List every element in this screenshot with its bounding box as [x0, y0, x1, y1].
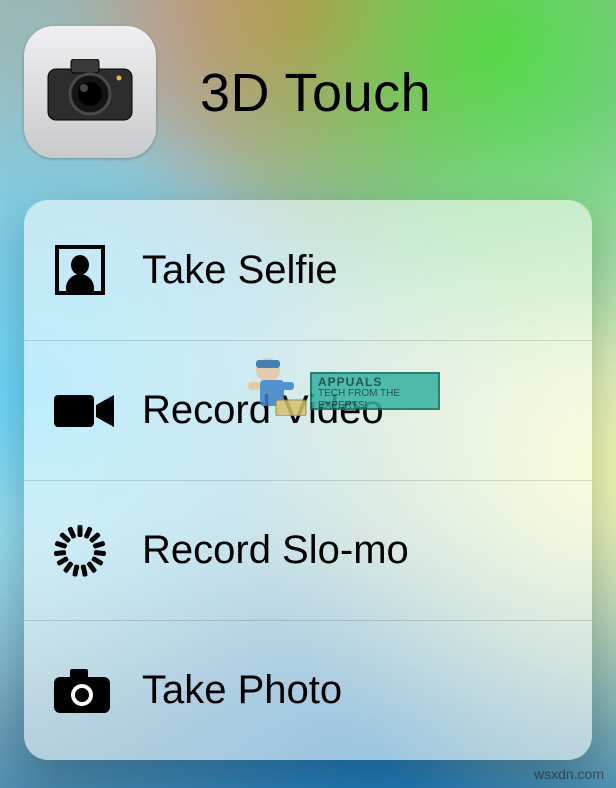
- menu-item-record-video[interactable]: Record Video: [24, 340, 592, 480]
- page-title: 3D Touch: [200, 62, 431, 124]
- camera-icon: [52, 667, 142, 715]
- menu-item-label: Record Video: [142, 388, 384, 433]
- menu-item-label: Record Slo-mo: [142, 528, 409, 573]
- camera-app-icon[interactable]: [24, 26, 156, 158]
- slomo-spinner-icon: [52, 523, 142, 579]
- menu-item-label: Take Photo: [142, 668, 342, 713]
- menu-item-take-photo[interactable]: Take Photo: [24, 620, 592, 760]
- watermark-site: wsxdn.com: [534, 766, 604, 782]
- menu-item-record-slomo[interactable]: Record Slo-mo: [24, 480, 592, 620]
- menu-item-label: Take Selfie: [142, 248, 338, 293]
- selfie-portrait-icon: [52, 242, 142, 298]
- menu-item-take-selfie[interactable]: Take Selfie: [24, 200, 592, 340]
- camera-app-glyph-icon: [47, 59, 133, 126]
- quick-actions-menu: Take Selfie Record Video: [24, 200, 592, 760]
- video-camera-icon: [52, 389, 142, 433]
